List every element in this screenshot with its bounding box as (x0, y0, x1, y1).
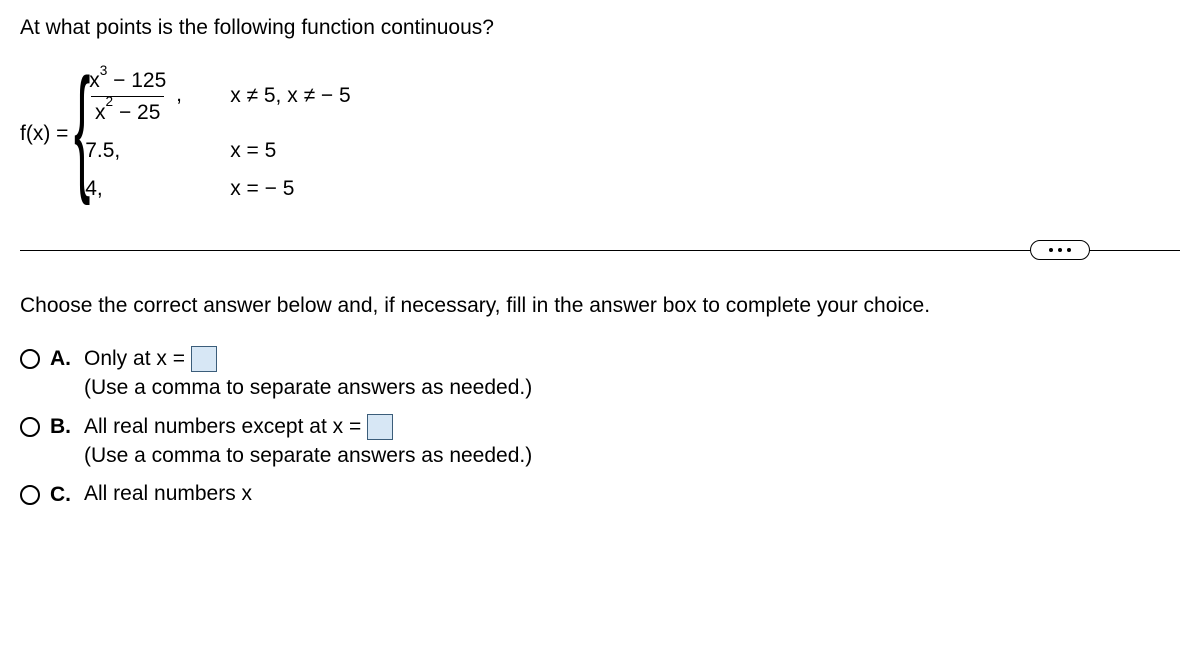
divider (20, 240, 1180, 260)
case-1-condition: x ≠ 5, x ≠ − 5 (230, 84, 351, 108)
case-3: 4, x = − 5 (85, 177, 351, 201)
dots-icon (1058, 248, 1062, 252)
choice-a-text: Only at x = (84, 347, 185, 371)
question-text: At what points is the following function… (20, 16, 1180, 40)
choice-a: A. Only at x = (Use a comma to separate … (20, 346, 1180, 400)
choice-b-hint: (Use a comma to separate answers as need… (84, 444, 532, 468)
radio-a[interactable] (20, 349, 40, 369)
choice-a-hint: (Use a comma to separate answers as need… (84, 376, 532, 400)
case-2-condition: x = 5 (230, 139, 276, 163)
case-1-suffix: , (176, 84, 182, 107)
fraction: x3 − 125 x2 − 25 (85, 67, 170, 124)
fn-lhs: f(x) = (20, 122, 68, 146)
dots-icon (1049, 248, 1053, 252)
choice-c-label: C. (50, 483, 74, 507)
choice-c: C. All real numbers x (20, 482, 1180, 507)
numerator: x3 − 125 (85, 67, 170, 95)
case-3-expr: 4, (85, 177, 230, 201)
more-options-button[interactable] (1030, 240, 1090, 260)
choice-b: B. All real numbers except at x = (Use a… (20, 414, 1180, 468)
answer-choices: A. Only at x = (Use a comma to separate … (20, 346, 1180, 507)
left-brace: { (74, 58, 90, 198)
choice-b-text: All real numbers except at x = (84, 415, 361, 439)
case-1: x3 − 125 x2 − 25 , x ≠ 5, x ≠ − 5 (85, 67, 351, 124)
choice-b-label: B. (50, 415, 74, 439)
radio-c[interactable] (20, 485, 40, 505)
choice-a-label: A. (50, 347, 74, 371)
denominator: x2 − 25 (91, 96, 164, 125)
case-2-expr: 7.5, (85, 139, 230, 163)
choice-c-text: All real numbers x (84, 482, 252, 506)
choice-b-input[interactable] (367, 414, 393, 440)
choice-a-input[interactable] (191, 346, 217, 372)
instruction-text: Choose the correct answer below and, if … (20, 294, 1180, 318)
radio-b[interactable] (20, 417, 40, 437)
piecewise-cases: x3 − 125 x2 − 25 , x ≠ 5, x ≠ − 5 7.5, x… (85, 67, 351, 200)
function-definition: f(x) = { x3 − 125 x2 − 25 , x ≠ 5, x ≠ −… (20, 64, 1180, 204)
case-2: 7.5, x = 5 (85, 139, 351, 163)
case-3-condition: x = − 5 (230, 177, 294, 201)
divider-line (20, 250, 1180, 251)
dots-icon (1067, 248, 1071, 252)
